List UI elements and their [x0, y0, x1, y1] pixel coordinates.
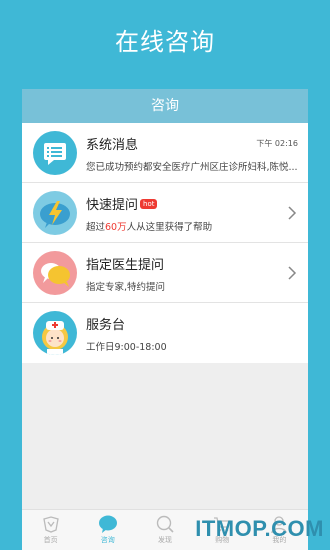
specify-doctor-item[interactable]: 指定医生提问 指定专家,特约提问	[22, 243, 308, 303]
tab-label: 发现	[158, 536, 172, 544]
item-subtitle: 指定专家,特约提问	[86, 282, 166, 293]
tab-label: 首页	[43, 536, 58, 544]
lightning-bubble-icon	[33, 191, 77, 235]
message-list-icon	[33, 131, 77, 175]
tab-label: 咨询	[100, 536, 115, 544]
consult-panel: 咨询 系统消息 下午 02:16 您已成功预约都安全医疗广州区庄诊所妇科,陈悦.…	[22, 89, 308, 550]
item-title: 系统消息	[86, 138, 139, 153]
message-time: 下午 02:16	[256, 139, 298, 148]
discover-search-icon	[156, 515, 174, 533]
panel-header: 咨询	[22, 89, 308, 123]
watermark: ITMOP.COM	[195, 516, 324, 541]
tab-home[interactable]: 首页	[22, 510, 79, 550]
item-subtitle: 超过60万人从这里获得了帮助	[86, 219, 298, 233]
helped-count: 60万	[105, 222, 127, 233]
tab-consult[interactable]: 咨询	[79, 510, 136, 550]
page-title: 在线咨询	[115, 28, 215, 56]
quick-question-item[interactable]: 快速提问 hot 超过60万人从这里获得了帮助	[22, 183, 308, 243]
item-subtitle: 工作日9:00-18:00	[86, 342, 167, 353]
system-messages-item[interactable]: 系统消息 下午 02:16 您已成功预约都安全医疗广州区庄诊所妇科,陈悦...	[22, 123, 308, 183]
item-title: 快速提问	[86, 198, 139, 213]
subtitle-suffix: 人从这里获得了帮助	[126, 222, 213, 233]
home-icon	[42, 516, 59, 533]
item-title-wrap: 快速提问 hot	[86, 194, 158, 213]
chevron-right-icon	[288, 206, 297, 220]
hot-badge: hot	[140, 199, 158, 209]
speech-bubbles-icon	[33, 251, 77, 295]
nurse-avatar-icon	[33, 311, 77, 355]
consult-list: 系统消息 下午 02:16 您已成功预约都安全医疗广州区庄诊所妇科,陈悦... …	[22, 123, 308, 363]
item-subtitle: 您已成功预约都安全医疗广州区庄诊所妇科,陈悦...	[86, 162, 298, 173]
subtitle-prefix: 超过	[86, 222, 106, 233]
chat-bubble-icon	[98, 515, 117, 533]
item-title: 指定医生提问	[86, 258, 165, 273]
chevron-right-icon	[288, 266, 297, 280]
tab-discover[interactable]: 发现	[136, 510, 193, 550]
service-desk-item[interactable]: 服务台 工作日9:00-18:00	[22, 303, 308, 363]
item-title: 服务台	[86, 318, 126, 333]
